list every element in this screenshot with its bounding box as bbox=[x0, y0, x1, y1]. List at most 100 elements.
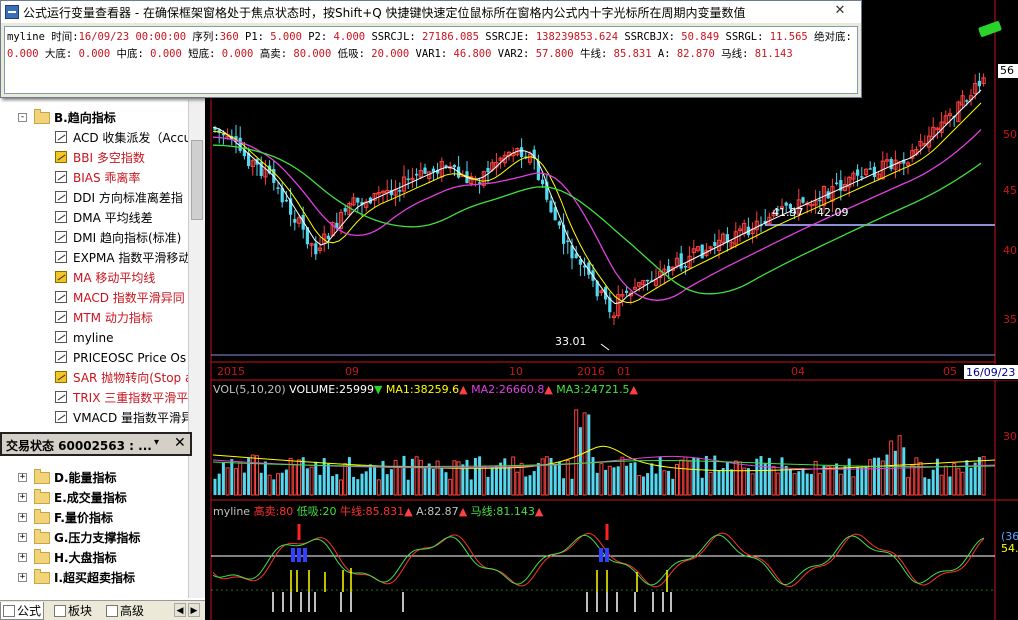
volume-bar bbox=[856, 467, 860, 495]
mid-price-label-2: 42.09 bbox=[817, 206, 849, 219]
expand-icon[interactable]: + bbox=[18, 553, 27, 562]
tree-formula-item[interactable]: BBI 多空指数 bbox=[0, 148, 188, 168]
volume-bar bbox=[981, 456, 986, 496]
expand-icon[interactable]: + bbox=[18, 493, 27, 502]
var-value: 0.000 bbox=[72, 48, 111, 60]
candle-body bbox=[683, 266, 687, 268]
collapse-icon[interactable]: - bbox=[18, 113, 27, 122]
volume-bar bbox=[893, 450, 897, 495]
category-label: G.压力支撑指标 bbox=[54, 531, 141, 545]
folder-icon bbox=[34, 529, 50, 544]
close-button[interactable]: ✕ bbox=[827, 2, 853, 20]
formula-icon bbox=[55, 131, 67, 143]
variable-values-box[interactable]: myline 时间:16/09/23 00:00:00 序列:360 P1: 5… bbox=[4, 26, 858, 94]
tree-formula-item[interactable]: BIAS 乖离率 bbox=[0, 168, 188, 188]
volume-bar bbox=[931, 469, 935, 495]
formula-icon bbox=[55, 291, 67, 303]
var-key: A: bbox=[651, 48, 671, 60]
volume-bar bbox=[838, 473, 843, 496]
volume-bar bbox=[860, 467, 864, 495]
indicator-value: 马线:81.143 bbox=[467, 505, 535, 518]
candle-body bbox=[478, 182, 482, 184]
expand-icon[interactable]: + bbox=[18, 533, 27, 542]
volume-bar bbox=[519, 462, 524, 496]
volume-bar bbox=[775, 472, 780, 496]
tab-scroll-right-icon[interactable]: ▶ bbox=[188, 603, 200, 617]
expand-icon[interactable]: + bbox=[18, 513, 27, 522]
volume-bar bbox=[910, 465, 915, 496]
volume-bar bbox=[733, 460, 738, 496]
mid-price-label-1: 41.97 bbox=[772, 206, 804, 219]
folder-icon bbox=[34, 489, 50, 504]
oscillator-header: myline 高卖:80 低吸:20 牛线:85.831▲ A:82.87▲ 马… bbox=[213, 503, 543, 519]
tree-formula-item[interactable]: DDI 方向标准离差指 bbox=[0, 188, 188, 208]
tree-formula-item[interactable]: DMA 平均线差 bbox=[0, 208, 188, 228]
tree-formula-item[interactable]: PRICEOSC Price Os bbox=[0, 348, 188, 368]
volume-bar bbox=[935, 458, 939, 495]
volume-bar bbox=[335, 474, 339, 495]
tree-formula-item[interactable]: EXPMA 指数平滑移动 bbox=[0, 248, 190, 268]
var-key: 短底: bbox=[181, 48, 216, 60]
tree-formula-item[interactable]: MACD 指数平滑异同 bbox=[0, 288, 188, 308]
candle-body bbox=[293, 218, 297, 223]
var-key: 大底: bbox=[38, 48, 73, 60]
expand-icon[interactable]: + bbox=[18, 473, 27, 482]
candle-body bbox=[646, 279, 650, 282]
volume-bar bbox=[654, 473, 658, 495]
trade-status-bar[interactable]: 交易状态 60002563 : ... ▾ ✕ bbox=[0, 432, 192, 456]
volume-bar bbox=[305, 468, 309, 495]
tree-category[interactable]: + H.大盘指标 bbox=[0, 548, 188, 568]
tree-category[interactable]: + G.压力支撑指标 bbox=[0, 528, 188, 548]
tab-block[interactable]: 板块 bbox=[52, 602, 112, 620]
volume-bar bbox=[662, 470, 667, 496]
volume-bar bbox=[629, 462, 633, 495]
tree-formula-item[interactable]: SAR 抛物转向(Stop a bbox=[0, 368, 192, 388]
category-label: D.能量指标 bbox=[54, 471, 117, 485]
volume-bar bbox=[234, 468, 238, 496]
tree-formula-item[interactable]: myline bbox=[0, 328, 188, 348]
volume-bar bbox=[250, 454, 255, 496]
advanced-tab-icon bbox=[106, 605, 118, 617]
tree-scrollbar[interactable] bbox=[188, 100, 205, 598]
close-icon[interactable]: ✕ bbox=[174, 435, 186, 451]
tree-formula-item[interactable]: TRIX 三重指数平滑平 bbox=[0, 388, 188, 408]
scrollbar-thumb[interactable] bbox=[191, 140, 203, 220]
volume-bar bbox=[557, 462, 561, 495]
tab-scroll-left-icon[interactable]: ◀ bbox=[174, 603, 186, 617]
volume-bar bbox=[414, 456, 419, 496]
volume-bar bbox=[267, 474, 272, 496]
tree-formula-item[interactable]: ACD 收集派发（Accu bbox=[0, 128, 191, 148]
volume-bar bbox=[481, 466, 486, 496]
ma60-line bbox=[212, 144, 982, 295]
tree-category[interactable]: + F.量价指标 bbox=[0, 508, 188, 528]
tree-category[interactable]: + I.超买超卖指标 bbox=[0, 568, 188, 588]
tree-category[interactable]: + E.成交量指标 bbox=[0, 488, 188, 508]
var-value: 85.831 bbox=[607, 48, 652, 60]
tree-formula-item[interactable]: DMI 趋向指标(标准) bbox=[0, 228, 188, 248]
tab-advanced[interactable]: 高级 bbox=[104, 602, 164, 620]
volume-bar bbox=[604, 469, 608, 495]
dropdown-icon[interactable]: ▾ bbox=[154, 437, 159, 448]
variable-viewer-window[interactable]: 公式运行变量查看器 - 在确保框架窗格处于焦点状态时，按Shift+Q 快捷键快… bbox=[0, 0, 862, 98]
tree-category[interactable]: - B.趋向指标 bbox=[0, 108, 188, 128]
volume-bar bbox=[927, 478, 931, 495]
window-titlebar[interactable]: 公式运行变量查看器 - 在确保框架窗格处于焦点状态时，按Shift+Q 快捷键快… bbox=[1, 1, 861, 23]
var-value: 27186.085 bbox=[415, 31, 479, 43]
volume-bar bbox=[683, 456, 688, 496]
tree-formula-item[interactable]: VMACD 量指数平滑异 bbox=[0, 408, 193, 428]
expand-icon[interactable]: + bbox=[18, 573, 27, 582]
volume-bar bbox=[515, 471, 520, 496]
tree-category[interactable]: + D.能量指标 bbox=[0, 468, 188, 488]
volume-bar bbox=[292, 464, 297, 496]
ma5-line bbox=[212, 89, 982, 305]
tree-formula-item[interactable]: MA 移动平均线 bbox=[0, 268, 188, 288]
price-axis-label: 35 bbox=[1003, 313, 1017, 326]
volume-bar bbox=[440, 467, 444, 495]
volume-bar bbox=[276, 473, 280, 496]
volume-bar bbox=[952, 462, 957, 496]
variable-line-1: myline 时间:16/09/23 00:00:00 序列:360 P1: 5… bbox=[7, 29, 857, 46]
indicator-value: ▲ bbox=[459, 383, 468, 396]
tab-formula[interactable]: 公式 bbox=[0, 602, 44, 620]
candle-body bbox=[868, 168, 872, 170]
tree-formula-item[interactable]: MTM 动力指标 bbox=[0, 308, 188, 328]
